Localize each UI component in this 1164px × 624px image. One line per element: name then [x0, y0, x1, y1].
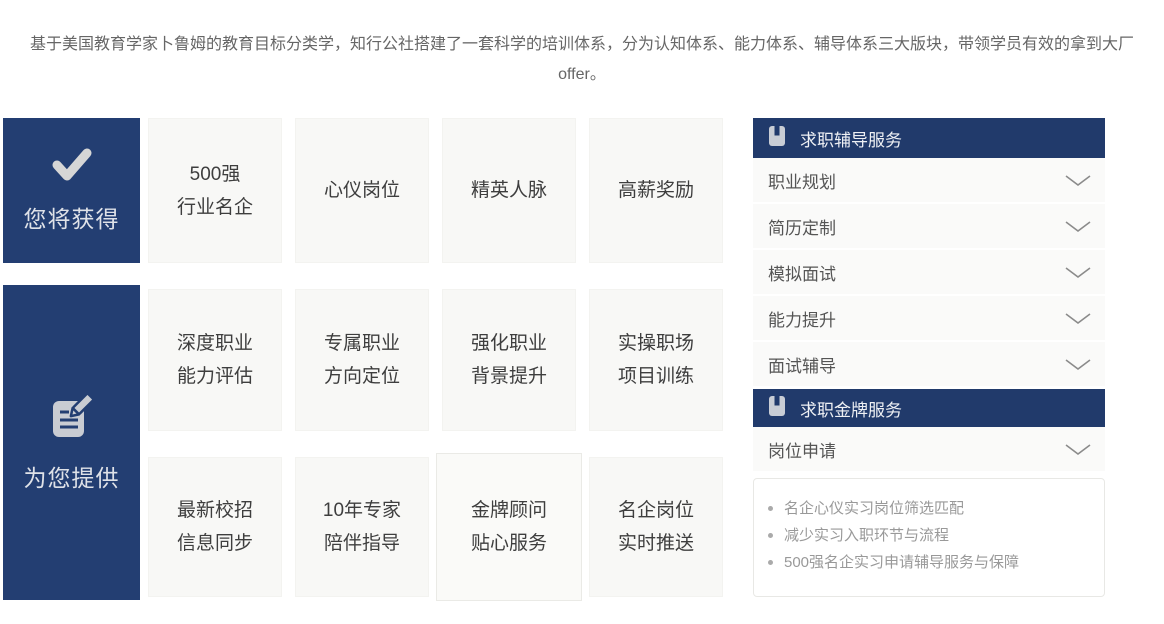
- card-job-push[interactable]: 名企岗位 实时推送: [589, 457, 723, 597]
- accordion-label: 职业规划: [768, 168, 836, 193]
- card-label: 名企岗位 实时推送: [618, 494, 694, 560]
- chevron-down-icon: [1063, 311, 1093, 326]
- we-provide-block: 为您提供: [3, 285, 140, 600]
- bullet-text: 500强名企实习申请辅导服务与保障: [784, 549, 1019, 576]
- card-desired-position[interactable]: 心仪岗位: [295, 118, 429, 263]
- bookmark-icon: [768, 395, 787, 422]
- panel-title: 求职辅导服务: [800, 126, 902, 151]
- bullet-dot-icon: [768, 560, 773, 565]
- gold-service-header: 求职金牌服务: [753, 389, 1105, 427]
- card-label: 高薪奖励: [618, 174, 694, 207]
- edit-note-icon: [49, 392, 95, 446]
- card-project-training[interactable]: 实操职场 项目训练: [589, 289, 723, 431]
- chevron-down-icon: [1063, 442, 1093, 457]
- bullet-dot-icon: [768, 506, 773, 511]
- card-label: 实操职场 项目训练: [618, 327, 694, 393]
- benefit-card-grid: 500强 行业名企 心仪岗位 精英人脉 高薪奖励 深度职业 能力评估 专属职业 …: [148, 118, 723, 597]
- intro-line-1: 基于美国教育学家卜鲁姆的教育目标分类学，知行公社搭建了一套科学的培训体系，分为认…: [17, 30, 1147, 60]
- accordion-item-career-planning[interactable]: 职业规划: [753, 158, 1105, 204]
- card-500-companies[interactable]: 500强 行业名企: [148, 118, 282, 263]
- you-will-get-label: 您将获得: [24, 200, 120, 234]
- bullet-dot-icon: [768, 533, 773, 538]
- list-item: 名企心仪实习岗位筛选匹配: [768, 495, 1094, 522]
- card-ability-assessment[interactable]: 深度职业 能力评估: [148, 289, 282, 431]
- accordion-item-interview-coaching[interactable]: 面试辅导: [753, 342, 1105, 388]
- intro-paragraph: 基于美国教育学家卜鲁姆的教育目标分类学，知行公社搭建了一套科学的培训体系，分为认…: [17, 30, 1147, 90]
- card-career-positioning[interactable]: 专属职业 方向定位: [295, 289, 429, 431]
- card-expert-guidance[interactable]: 10年专家 陪伴指导: [295, 457, 429, 597]
- card-campus-recruit-info[interactable]: 最新校招 信息同步: [148, 457, 282, 597]
- list-item: 500强名企实习申请辅导服务与保障: [768, 549, 1094, 576]
- chevron-down-icon: [1063, 219, 1093, 234]
- card-label: 500强 行业名企: [177, 158, 253, 224]
- card-high-salary[interactable]: 高薪奖励: [589, 118, 723, 263]
- card-label: 强化职业 背景提升: [471, 327, 547, 393]
- left-label-column: 您将获得 为您提供: [3, 118, 140, 600]
- accordion-label: 面试辅导: [768, 352, 836, 377]
- card-label: 精英人脉: [471, 174, 547, 207]
- chevron-down-icon: [1063, 173, 1093, 188]
- we-provide-label: 为您提供: [24, 459, 120, 493]
- card-gold-consultant[interactable]: 金牌顾问 贴心服务: [436, 453, 582, 601]
- bullet-text: 名企心仪实习岗位筛选匹配: [784, 495, 964, 522]
- card-elite-network[interactable]: 精英人脉: [442, 118, 576, 263]
- accordion-item-job-application[interactable]: 岗位申请: [753, 427, 1105, 473]
- you-will-get-block: 您将获得: [3, 118, 140, 263]
- check-icon: [50, 147, 94, 187]
- chevron-down-icon: [1063, 357, 1093, 372]
- intro-line-2: offer。: [17, 60, 1147, 90]
- accordion-label: 模拟面试: [768, 260, 836, 285]
- accordion-label: 能力提升: [768, 306, 836, 331]
- accordion-label: 简历定制: [768, 214, 836, 239]
- bookmark-icon: [768, 125, 787, 152]
- bullet-text: 减少实习入职环节与流程: [784, 522, 949, 549]
- card-label: 专属职业 方向定位: [324, 327, 400, 393]
- accordion-item-ability-improvement[interactable]: 能力提升: [753, 296, 1105, 342]
- card-label: 深度职业 能力评估: [177, 327, 253, 393]
- card-label: 金牌顾问 贴心服务: [471, 494, 547, 560]
- accordion-label: 岗位申请: [768, 437, 836, 462]
- card-background-boost[interactable]: 强化职业 背景提升: [442, 289, 576, 431]
- service-accordion-panel: 求职辅导服务 职业规划 简历定制 模拟面试 能力提升 面试辅导: [753, 118, 1105, 597]
- panel-title: 求职金牌服务: [800, 396, 902, 421]
- accordion-item-mock-interview[interactable]: 模拟面试: [753, 250, 1105, 296]
- coaching-service-header: 求职辅导服务: [753, 118, 1105, 158]
- gold-service-detail-box: 名企心仪实习岗位筛选匹配 减少实习入职环节与流程 500强名企实习申请辅导服务与…: [753, 478, 1105, 597]
- card-label: 10年专家 陪伴指导: [323, 494, 401, 560]
- chevron-down-icon: [1063, 265, 1093, 280]
- list-item: 减少实习入职环节与流程: [768, 522, 1094, 549]
- accordion-item-resume-customization[interactable]: 简历定制: [753, 204, 1105, 250]
- card-label: 最新校招 信息同步: [177, 494, 253, 560]
- card-label: 心仪岗位: [324, 174, 400, 207]
